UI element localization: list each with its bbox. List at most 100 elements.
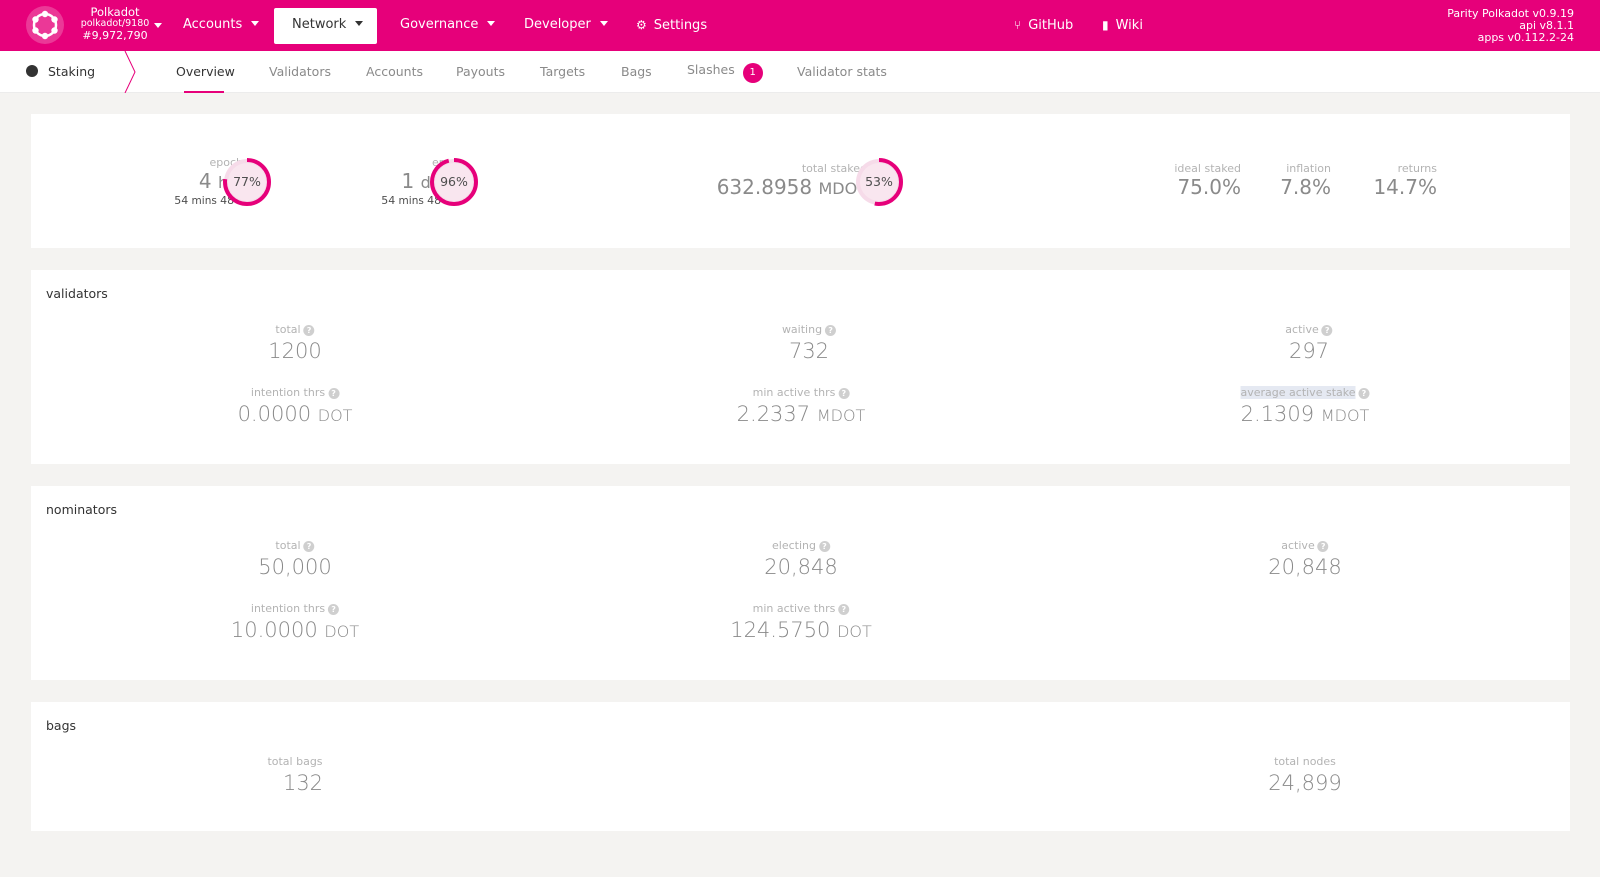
help-icon[interactable]: ?	[825, 325, 837, 336]
bags-total-nodes-label: total nodes	[1274, 755, 1336, 768]
help-icon[interactable]: ?	[838, 388, 850, 399]
help-icon[interactable]: ?	[303, 541, 315, 552]
menu-developer[interactable]: Developer	[506, 8, 626, 44]
era-progress-label: 96%	[440, 174, 468, 189]
epoch-progress-label: 77%	[233, 174, 261, 189]
era-progress-ring: 96%	[428, 156, 480, 208]
nominators-electing-label-text: electing	[772, 539, 816, 552]
nominators-card: nominators total? 50,000 electing? 20,84…	[31, 486, 1570, 680]
menu-developer-label: Developer	[524, 17, 591, 32]
help-icon[interactable]: ?	[328, 388, 340, 399]
bags-title: bags	[46, 718, 77, 733]
validators-total-stat: total? 1200	[268, 323, 321, 365]
chevron-down-icon	[251, 21, 260, 26]
ideal-staked-stat: ideal staked 75.0%	[1174, 162, 1241, 199]
nominators-total-label-text: total	[275, 539, 301, 552]
era-mins: 54	[381, 194, 396, 207]
branch-icon: ⑂	[1014, 18, 1022, 32]
nominators-electing-stat: electing? 20,848	[764, 539, 837, 581]
validators-intention-thrs-value: 0.0000 DOT	[238, 400, 353, 430]
tab-validator-stats[interactable]: Validator stats	[797, 64, 887, 79]
polkadot-logo-icon[interactable]	[26, 6, 64, 44]
staking-summary-card: epoch 4 hrs 54 mins 48 s 77% era 1 day 5…	[31, 114, 1570, 248]
menu-settings[interactable]: ⚙ Settings	[618, 8, 725, 44]
tab-payouts[interactable]: Payouts	[456, 64, 505, 79]
inflation-stat: inflation 7.8%	[1280, 162, 1331, 199]
help-icon[interactable]: ?	[303, 325, 315, 336]
total-staked-ring: 53%	[853, 156, 905, 208]
staking-subnav: Staking Overview Validators Accounts Pay…	[0, 51, 1600, 93]
nominators-intention-thrs-value: 10.0000 DOT	[231, 616, 359, 646]
chevron-down-icon	[487, 21, 496, 26]
github-link[interactable]: ⑂ GitHub	[996, 8, 1091, 44]
validators-average-active-stake-stat: average active stake? 2.1309 MDOT	[1240, 386, 1370, 430]
best-block: #9,972,790	[82, 29, 148, 42]
section-title: Staking	[26, 64, 95, 79]
tab-accounts[interactable]: Accounts	[366, 64, 423, 79]
chevron-down-icon	[599, 21, 608, 26]
top-bar: Polkadot polkadot/9180 #9,972,790 Accoun…	[0, 0, 1600, 51]
nominators-intention-thrs-label: intention thrs?	[231, 602, 359, 616]
chain-name: Polkadot	[90, 5, 140, 19]
ideal-staked-value: 75.0%	[1177, 175, 1241, 199]
chevron-down-icon	[154, 23, 162, 28]
returns-stat: returns 14.7%	[1373, 162, 1437, 199]
tab-overview[interactable]: Overview	[176, 64, 235, 79]
validators-waiting-label: waiting?	[782, 323, 837, 337]
help-icon[interactable]: ?	[818, 541, 830, 552]
nominators-electing-label: electing?	[764, 539, 837, 553]
returns-value: 14.7%	[1373, 175, 1437, 199]
menu-accounts-label: Accounts	[183, 17, 243, 32]
chain-selector[interactable]: Polkadot polkadot/9180 #9,972,790	[72, 5, 162, 42]
validators-active-stat: active? 297	[1285, 323, 1333, 365]
validators-average-active-stake-number: 2.1309	[1240, 402, 1315, 426]
tab-slashes-label: Slashes	[687, 62, 735, 77]
nominators-min-active-thrs-number: 124.5750	[730, 618, 831, 642]
book-icon: ▮	[1102, 18, 1109, 32]
menu-network[interactable]: Network	[274, 8, 377, 44]
validators-intention-thrs-unit: DOT	[317, 406, 353, 425]
validators-intention-thrs-number: 0.0000	[237, 402, 312, 426]
nominators-total-value: 50,000	[258, 555, 332, 579]
total-staked-progress-label: 53%	[865, 174, 893, 189]
nominators-min-active-thrs-unit: DOT	[837, 622, 872, 641]
validators-intention-thrs-label-text: intention thrs	[250, 386, 326, 399]
wiki-link-label: Wiki	[1115, 18, 1143, 33]
wiki-link[interactable]: ▮ Wiki	[1084, 8, 1161, 44]
nominators-min-active-thrs-label-text: min active thrs	[752, 602, 836, 615]
help-icon[interactable]: ?	[1317, 541, 1329, 552]
bags-total-bags-stat: total bags 132	[267, 755, 323, 797]
bags-total-nodes-value: 24,899	[1268, 771, 1342, 795]
help-icon[interactable]: ?	[1358, 388, 1370, 399]
bags-card: bags total bags 132 total nodes 24,899	[31, 702, 1570, 831]
help-icon[interactable]: ?	[838, 604, 850, 615]
staking-icon	[26, 65, 38, 77]
validators-intention-thrs-label: intention thrs?	[238, 386, 353, 400]
epoch-value-number: 4	[198, 169, 212, 193]
era-mins-unit: mins	[398, 195, 424, 207]
ideal-staked-label: ideal staked	[1174, 162, 1241, 175]
help-icon[interactable]: ?	[1321, 325, 1333, 336]
nominators-intention-thrs-number: 10.0000	[230, 618, 318, 642]
validators-min-active-thrs-stat: min active thrs? 2.2337 MDOT	[737, 386, 866, 430]
validators-waiting-stat: waiting? 732	[782, 323, 837, 365]
menu-network-label: Network	[292, 17, 347, 32]
menu-governance[interactable]: Governance	[382, 8, 513, 44]
tab-slashes[interactable]: Slashes 1	[687, 62, 763, 83]
nominators-active-label-text: active	[1281, 539, 1315, 552]
tab-targets[interactable]: Targets	[540, 64, 585, 79]
tab-bags[interactable]: Bags	[621, 64, 652, 79]
apps-version: apps v0.112.2-24	[1477, 31, 1574, 44]
validators-waiting-value: 732	[788, 339, 830, 363]
menu-accounts[interactable]: Accounts	[165, 8, 277, 44]
validators-min-active-thrs-label-text: min active thrs	[752, 386, 836, 399]
help-icon[interactable]: ?	[328, 604, 340, 615]
menu-governance-label: Governance	[400, 17, 479, 32]
gears-icon: ⚙	[636, 18, 647, 32]
tab-validators[interactable]: Validators	[269, 64, 331, 79]
epoch-mins: 54	[174, 194, 189, 207]
total-staked-number: 632.8958	[716, 175, 813, 199]
validators-min-active-thrs-value: 2.2337 MDOT	[737, 400, 866, 430]
inflation-label: inflation	[1286, 162, 1331, 175]
slashes-count-badge: 1	[742, 63, 763, 83]
